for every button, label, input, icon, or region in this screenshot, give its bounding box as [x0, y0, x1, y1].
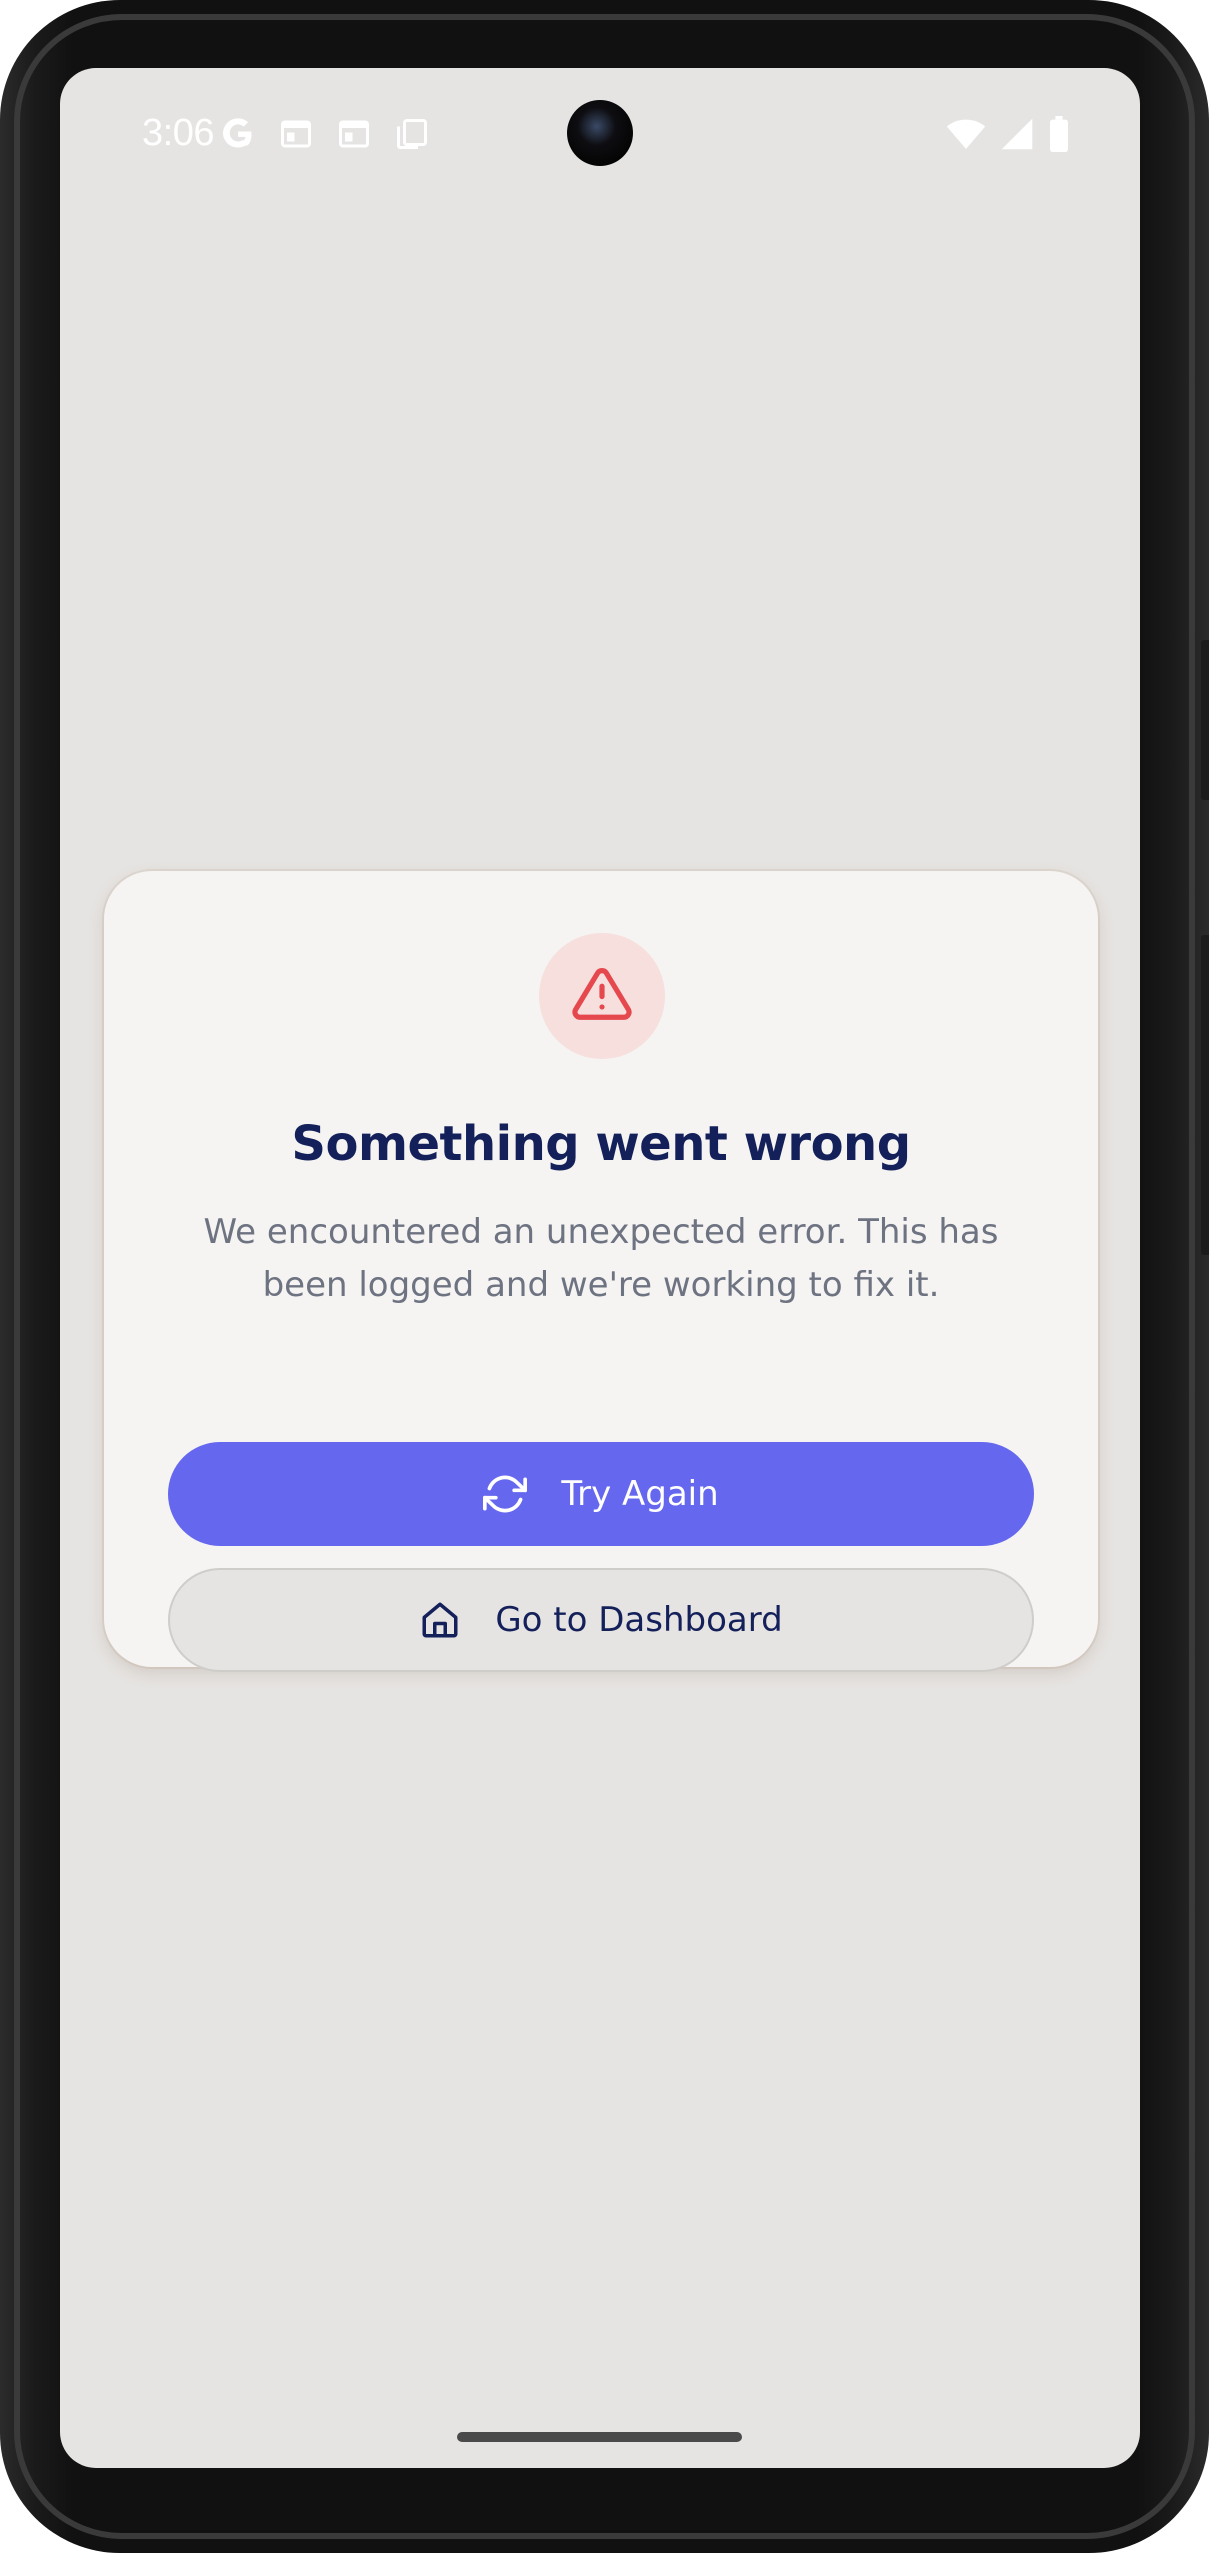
battery-icon [1048, 116, 1070, 157]
wifi-icon [946, 117, 986, 156]
signal-icon [1000, 117, 1034, 156]
status-bar: 3:06 [60, 68, 1140, 198]
error-message-line: been logged and we're working to fix it. [262, 1265, 940, 1305]
calendar-icon [278, 116, 314, 152]
error-message: We encountered an unexpected error. This… [164, 1206, 1038, 1312]
go-to-dashboard-label: Go to Dashboard [495, 1600, 783, 1640]
error-message-line: We encountered an unexpected error. This… [203, 1212, 999, 1252]
device-frame: 3:06 Something went wrong We encountered… [0, 0, 1209, 2553]
google-icon [220, 116, 256, 152]
error-icon-badge [539, 933, 665, 1059]
refresh-icon [483, 1472, 528, 1516]
home-gesture-bar[interactable] [457, 2432, 742, 2442]
status-notification-icons [220, 116, 430, 152]
go-to-dashboard-button[interactable]: Go to Dashboard [168, 1568, 1034, 1672]
status-time: 3:06 [142, 112, 214, 154]
power-button [1201, 640, 1209, 800]
error-title: Something went wrong [291, 1116, 911, 1172]
error-card: Something went wrong We encountered an u… [104, 871, 1098, 1672]
try-again-button[interactable]: Try Again [168, 1442, 1034, 1546]
home-icon [419, 1599, 461, 1641]
screen: 3:06 Something went wrong We encountered… [60, 68, 1140, 2468]
try-again-label: Try Again [561, 1474, 719, 1514]
copy-icon [394, 116, 430, 152]
status-system-icons [946, 116, 1070, 157]
volume-button [1201, 935, 1209, 1255]
calendar-icon [336, 116, 372, 152]
front-camera [567, 100, 633, 166]
warning-triangle-icon [571, 963, 633, 1030]
